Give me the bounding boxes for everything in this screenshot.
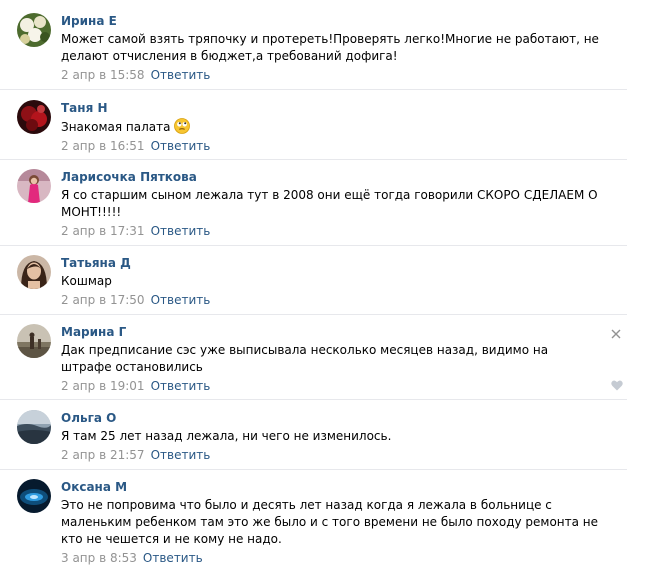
avatar[interactable] bbox=[17, 169, 51, 203]
comment-author[interactable]: Марина Г bbox=[61, 324, 126, 341]
rolling-eyes-emoji-icon bbox=[173, 118, 190, 134]
avatar[interactable] bbox=[17, 100, 51, 134]
comment-author[interactable]: Ирина Е bbox=[61, 13, 117, 30]
comment-text: Знакомая палата bbox=[61, 118, 627, 136]
reply-button[interactable]: Ответить bbox=[151, 293, 211, 307]
comment-text: Я там 25 лет назад лежала, ни чего не из… bbox=[61, 429, 392, 443]
reply-button[interactable]: Ответить bbox=[143, 551, 203, 565]
reply-button[interactable]: Ответить bbox=[151, 448, 211, 462]
comment-meta: 2 апр в 16:51 Ответить bbox=[61, 138, 627, 155]
landscape-avatar-image bbox=[17, 324, 51, 358]
separator bbox=[0, 159, 627, 160]
woman-portrait-avatar-image bbox=[17, 255, 51, 289]
separator bbox=[0, 469, 627, 470]
avatar[interactable] bbox=[17, 324, 51, 358]
comment-date[interactable]: 2 апр в 21:57 bbox=[61, 448, 145, 462]
separator bbox=[0, 399, 627, 400]
comment-author[interactable]: Татьяна Д bbox=[61, 255, 131, 272]
comment-date[interactable]: 2 апр в 17:50 bbox=[61, 293, 145, 307]
comment-date[interactable]: 2 апр в 17:31 bbox=[61, 224, 145, 238]
comment-meta: 3 апр в 8:53 Ответить bbox=[61, 550, 627, 567]
avatar[interactable] bbox=[17, 410, 51, 444]
roses-avatar-image bbox=[17, 100, 51, 134]
comment-text-content: Знакомая палата bbox=[61, 120, 171, 134]
comment-date[interactable]: 2 апр в 19:01 bbox=[61, 379, 145, 393]
separator bbox=[0, 245, 627, 246]
comment-meta: 2 апр в 15:58 Ответить bbox=[61, 67, 627, 84]
reply-button[interactable]: Ответить bbox=[151, 379, 211, 393]
heart-icon[interactable] bbox=[611, 380, 623, 391]
comment-meta: 2 апр в 21:57 Ответить bbox=[61, 447, 627, 464]
flowers-avatar-image bbox=[17, 13, 51, 47]
comment-meta: 2 апр в 17:31 Ответить bbox=[61, 223, 627, 240]
comment-date[interactable]: 2 апр в 16:51 bbox=[61, 139, 145, 153]
comment-text: Дак предписание сэс уже выписывала неско… bbox=[61, 343, 549, 374]
comment-author[interactable]: Оксана М bbox=[61, 479, 127, 496]
comment-meta: 2 апр в 17:50 Ответить bbox=[61, 292, 627, 309]
comment-date[interactable]: 2 апр в 15:58 bbox=[61, 68, 145, 82]
separator bbox=[0, 314, 627, 315]
avatar[interactable] bbox=[17, 255, 51, 289]
comment-author[interactable]: Ларисочка Пяткова bbox=[61, 169, 197, 186]
sea-avatar-image bbox=[17, 410, 51, 444]
comment-date[interactable]: 3 апр в 8:53 bbox=[61, 551, 137, 565]
comment-text: Это не попровима что было и десять лет н… bbox=[61, 498, 599, 546]
reply-button[interactable]: Ответить bbox=[151, 224, 211, 238]
avatar[interactable] bbox=[17, 479, 51, 513]
reply-button[interactable]: Ответить bbox=[151, 68, 211, 82]
comment-text: Я со старшим сыном лежала тут в 2008 они… bbox=[61, 188, 598, 219]
comment-text: Кошмар bbox=[61, 274, 112, 288]
avatar[interactable] bbox=[17, 13, 51, 47]
reply-button[interactable]: Ответить bbox=[151, 139, 211, 153]
blue-glow-avatar-image bbox=[17, 479, 51, 513]
comment-author[interactable]: Ольга О bbox=[61, 410, 116, 427]
woman-pink-avatar-image bbox=[17, 169, 51, 203]
comment-meta: 2 апр в 19:01 Ответить bbox=[61, 378, 627, 395]
comment-author[interactable]: Таня Н bbox=[61, 100, 108, 117]
close-icon[interactable] bbox=[611, 329, 621, 339]
comment-text: Может самой взять тряпочку и протереть!П… bbox=[61, 32, 599, 63]
separator bbox=[0, 89, 627, 90]
